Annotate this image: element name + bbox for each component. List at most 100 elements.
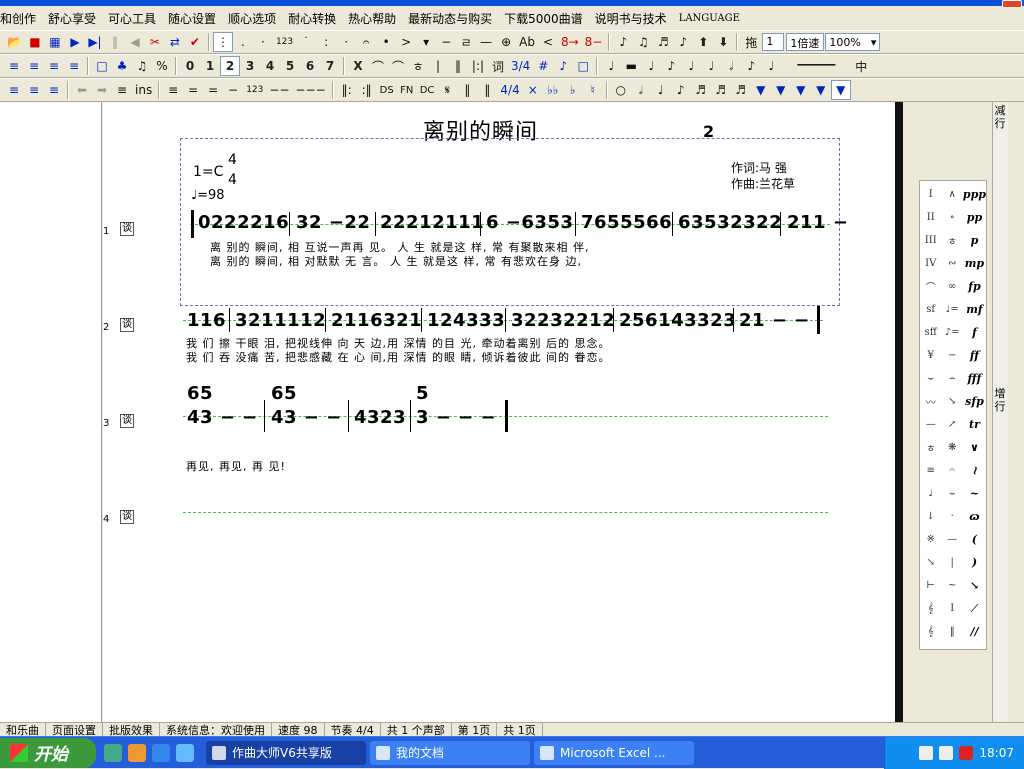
menu-news-buy[interactable]: 最新动态与购买 — [402, 10, 498, 27]
staccato-icon[interactable]: − — [436, 32, 456, 52]
volume-slider[interactable]: ━━━━━━━ — [781, 56, 851, 76]
measure[interactable]: 21 − − — [739, 310, 810, 331]
palette-symbol[interactable]: ⌒ — [920, 275, 941, 298]
ds-button[interactable]: DS — [377, 80, 397, 100]
quarter-note-icon[interactable]: ♩ — [601, 56, 621, 76]
slur-icon[interactable]: ⌒ — [368, 56, 388, 76]
menu-manual[interactable]: 说明书与技术 — [589, 10, 673, 27]
eighth-note4-icon[interactable]: ♪ — [671, 80, 691, 100]
triangle-down3-icon[interactable]: ▼ — [791, 80, 811, 100]
chord-top[interactable]: 65 — [271, 383, 297, 404]
measure[interactable]: 43 − − — [187, 407, 258, 428]
palette-symbol[interactable]: ↗ — [941, 413, 962, 436]
palette-symbol[interactable]: | — [941, 551, 962, 574]
ie-icon[interactable] — [152, 743, 170, 762]
measure[interactable]: 43 − − — [271, 407, 342, 428]
measure[interactable]: 3 − − − — [416, 407, 496, 428]
key-signature[interactable]: 1=C — [193, 164, 223, 180]
accidental-ab-button[interactable]: Ab — [516, 32, 538, 52]
digit-4[interactable]: 4 — [260, 56, 280, 76]
palette-symbol[interactable]: f — [963, 321, 986, 344]
eighth-note2-icon[interactable]: ♪ — [661, 56, 681, 76]
decrescendo-icon[interactable]: < — [538, 32, 558, 52]
segno-icon[interactable]: 𝄋 — [437, 80, 457, 100]
start-button[interactable]: 开始 — [0, 737, 96, 768]
palette-symbol[interactable]: ⌣ — [920, 367, 941, 390]
whole-note-icon[interactable]: 𝅗𝅥 — [721, 56, 741, 76]
palette-symbol[interactable]: ⌣ — [941, 482, 962, 505]
menu-options[interactable]: 顺心选项 — [222, 10, 282, 27]
measure[interactable]: 63532322 — [678, 212, 782, 233]
dot-up-icon[interactable]: ˙ — [296, 32, 316, 52]
menu-enjoy[interactable]: 舒心享受 — [42, 10, 102, 27]
dot-small-icon[interactable]: · — [336, 32, 356, 52]
measure[interactable]: 124333 — [427, 310, 505, 331]
palette-symbol[interactable]: ♪= — [941, 321, 962, 344]
stop-icon[interactable]: ■ — [25, 32, 45, 52]
lyric-line[interactable]: 再见, 再见, 再 见! — [186, 458, 286, 474]
voice-field[interactable]: 1 — [762, 33, 785, 51]
repeat-icon[interactable]: |:| — [468, 56, 488, 76]
sixtyfourth-note-icon[interactable]: ♬ — [731, 80, 751, 100]
tie-icon[interactable]: ⌒ — [388, 56, 408, 76]
palette-symbol[interactable]: 𝄞 — [920, 597, 941, 620]
palette-symbol[interactable]: ~ — [963, 482, 986, 505]
palette-symbol[interactable]: ↓ — [920, 505, 941, 528]
quarter-note4-icon[interactable]: ♩ — [701, 56, 721, 76]
row-settings-icon[interactable]: 谈 — [120, 414, 134, 428]
palette-symbol[interactable]: ppp — [963, 183, 986, 206]
palette-symbol[interactable]: IV — [920, 252, 941, 275]
insert-button[interactable]: ins — [132, 80, 155, 100]
chord-top[interactable]: 5 — [416, 383, 429, 404]
double-flat-icon[interactable]: ♭♭ — [543, 80, 563, 100]
percent-icon[interactable]: % — [152, 56, 172, 76]
row-settings-icon[interactable]: 谈 — [120, 318, 134, 332]
eighth-note3-icon[interactable]: ♪ — [741, 56, 761, 76]
palette-symbol[interactable]: sff — [920, 321, 941, 344]
palette-symbol[interactable]: ⁄ — [963, 597, 986, 620]
cluster-icon[interactable]: ♣ — [112, 56, 132, 76]
flag-icon[interactable]: ♪ — [553, 56, 573, 76]
palette-symbol[interactable]: ∨ — [963, 436, 986, 459]
quarter-note5-icon[interactable]: ♩ — [761, 56, 781, 76]
bar-final-icon[interactable]: ‖ — [477, 80, 497, 100]
quarter-note2-icon[interactable]: ♩ — [641, 56, 661, 76]
dash-icon[interactable]: − — [223, 80, 243, 100]
turn-icon[interactable]: ㅎ — [408, 56, 428, 76]
bar-single-icon[interactable]: | — [428, 56, 448, 76]
menu-settings[interactable]: 随心设置 — [162, 10, 222, 27]
tempo-marking[interactable]: ♩=98 — [191, 188, 225, 203]
play-icon[interactable]: ▶ — [65, 32, 85, 52]
measure[interactable]: 0222216 — [198, 212, 289, 233]
check-icon[interactable]: ✔ — [185, 32, 205, 52]
palette-symbol[interactable]: · — [941, 505, 962, 528]
digit-6[interactable]: 6 — [300, 56, 320, 76]
double-dash-icon[interactable]: −− — [266, 80, 292, 100]
align3-mid-icon[interactable]: ≡ — [24, 80, 44, 100]
palette-symbol[interactable]: 𝄞 — [920, 620, 941, 643]
line-icon[interactable]: — — [476, 32, 496, 52]
numbers3-button[interactable]: 123 — [243, 80, 266, 100]
palette-symbol[interactable]: sf — [920, 298, 941, 321]
lyricist-credit[interactable]: 作词:马 强 — [731, 159, 787, 176]
menu-language[interactable]: LANGUAGE — [673, 13, 746, 24]
palette-symbol[interactable]: 𝄐 — [941, 459, 962, 482]
digit-5[interactable]: 5 — [280, 56, 300, 76]
natural-icon[interactable]: ♮ — [583, 80, 603, 100]
palette-symbol[interactable]: pp — [963, 206, 986, 229]
back-icon[interactable]: ◀ — [125, 32, 145, 52]
up-arrow-icon[interactable]: ⬆ — [693, 32, 713, 52]
triangle-down-icon[interactable]: ▼ — [751, 80, 771, 100]
triangle-down4-icon[interactable]: ▼ — [811, 80, 831, 100]
palette-symbol[interactable]: ∘ — [941, 206, 962, 229]
drag-button[interactable]: 拖 — [741, 32, 761, 52]
palette-symbol[interactable]: ) — [963, 551, 986, 574]
lyric-line[interactable]: 我 们 吞 没痛 苦, 把悲感藏 在 心 间,用 深情 的眼 睛, 倾诉着彼此 … — [186, 349, 610, 365]
palette-symbol[interactable]: ↘ — [963, 574, 986, 597]
measure[interactable]: 22212111 — [380, 212, 484, 233]
bar-double-icon[interactable]: ‖ — [448, 56, 468, 76]
palette-symbol[interactable]: sfp — [963, 390, 986, 413]
speed-field[interactable]: 1倍速 — [786, 33, 825, 51]
palette-symbol[interactable]: ↘ — [941, 390, 962, 413]
palette-symbol[interactable]: ♩= — [941, 298, 962, 321]
